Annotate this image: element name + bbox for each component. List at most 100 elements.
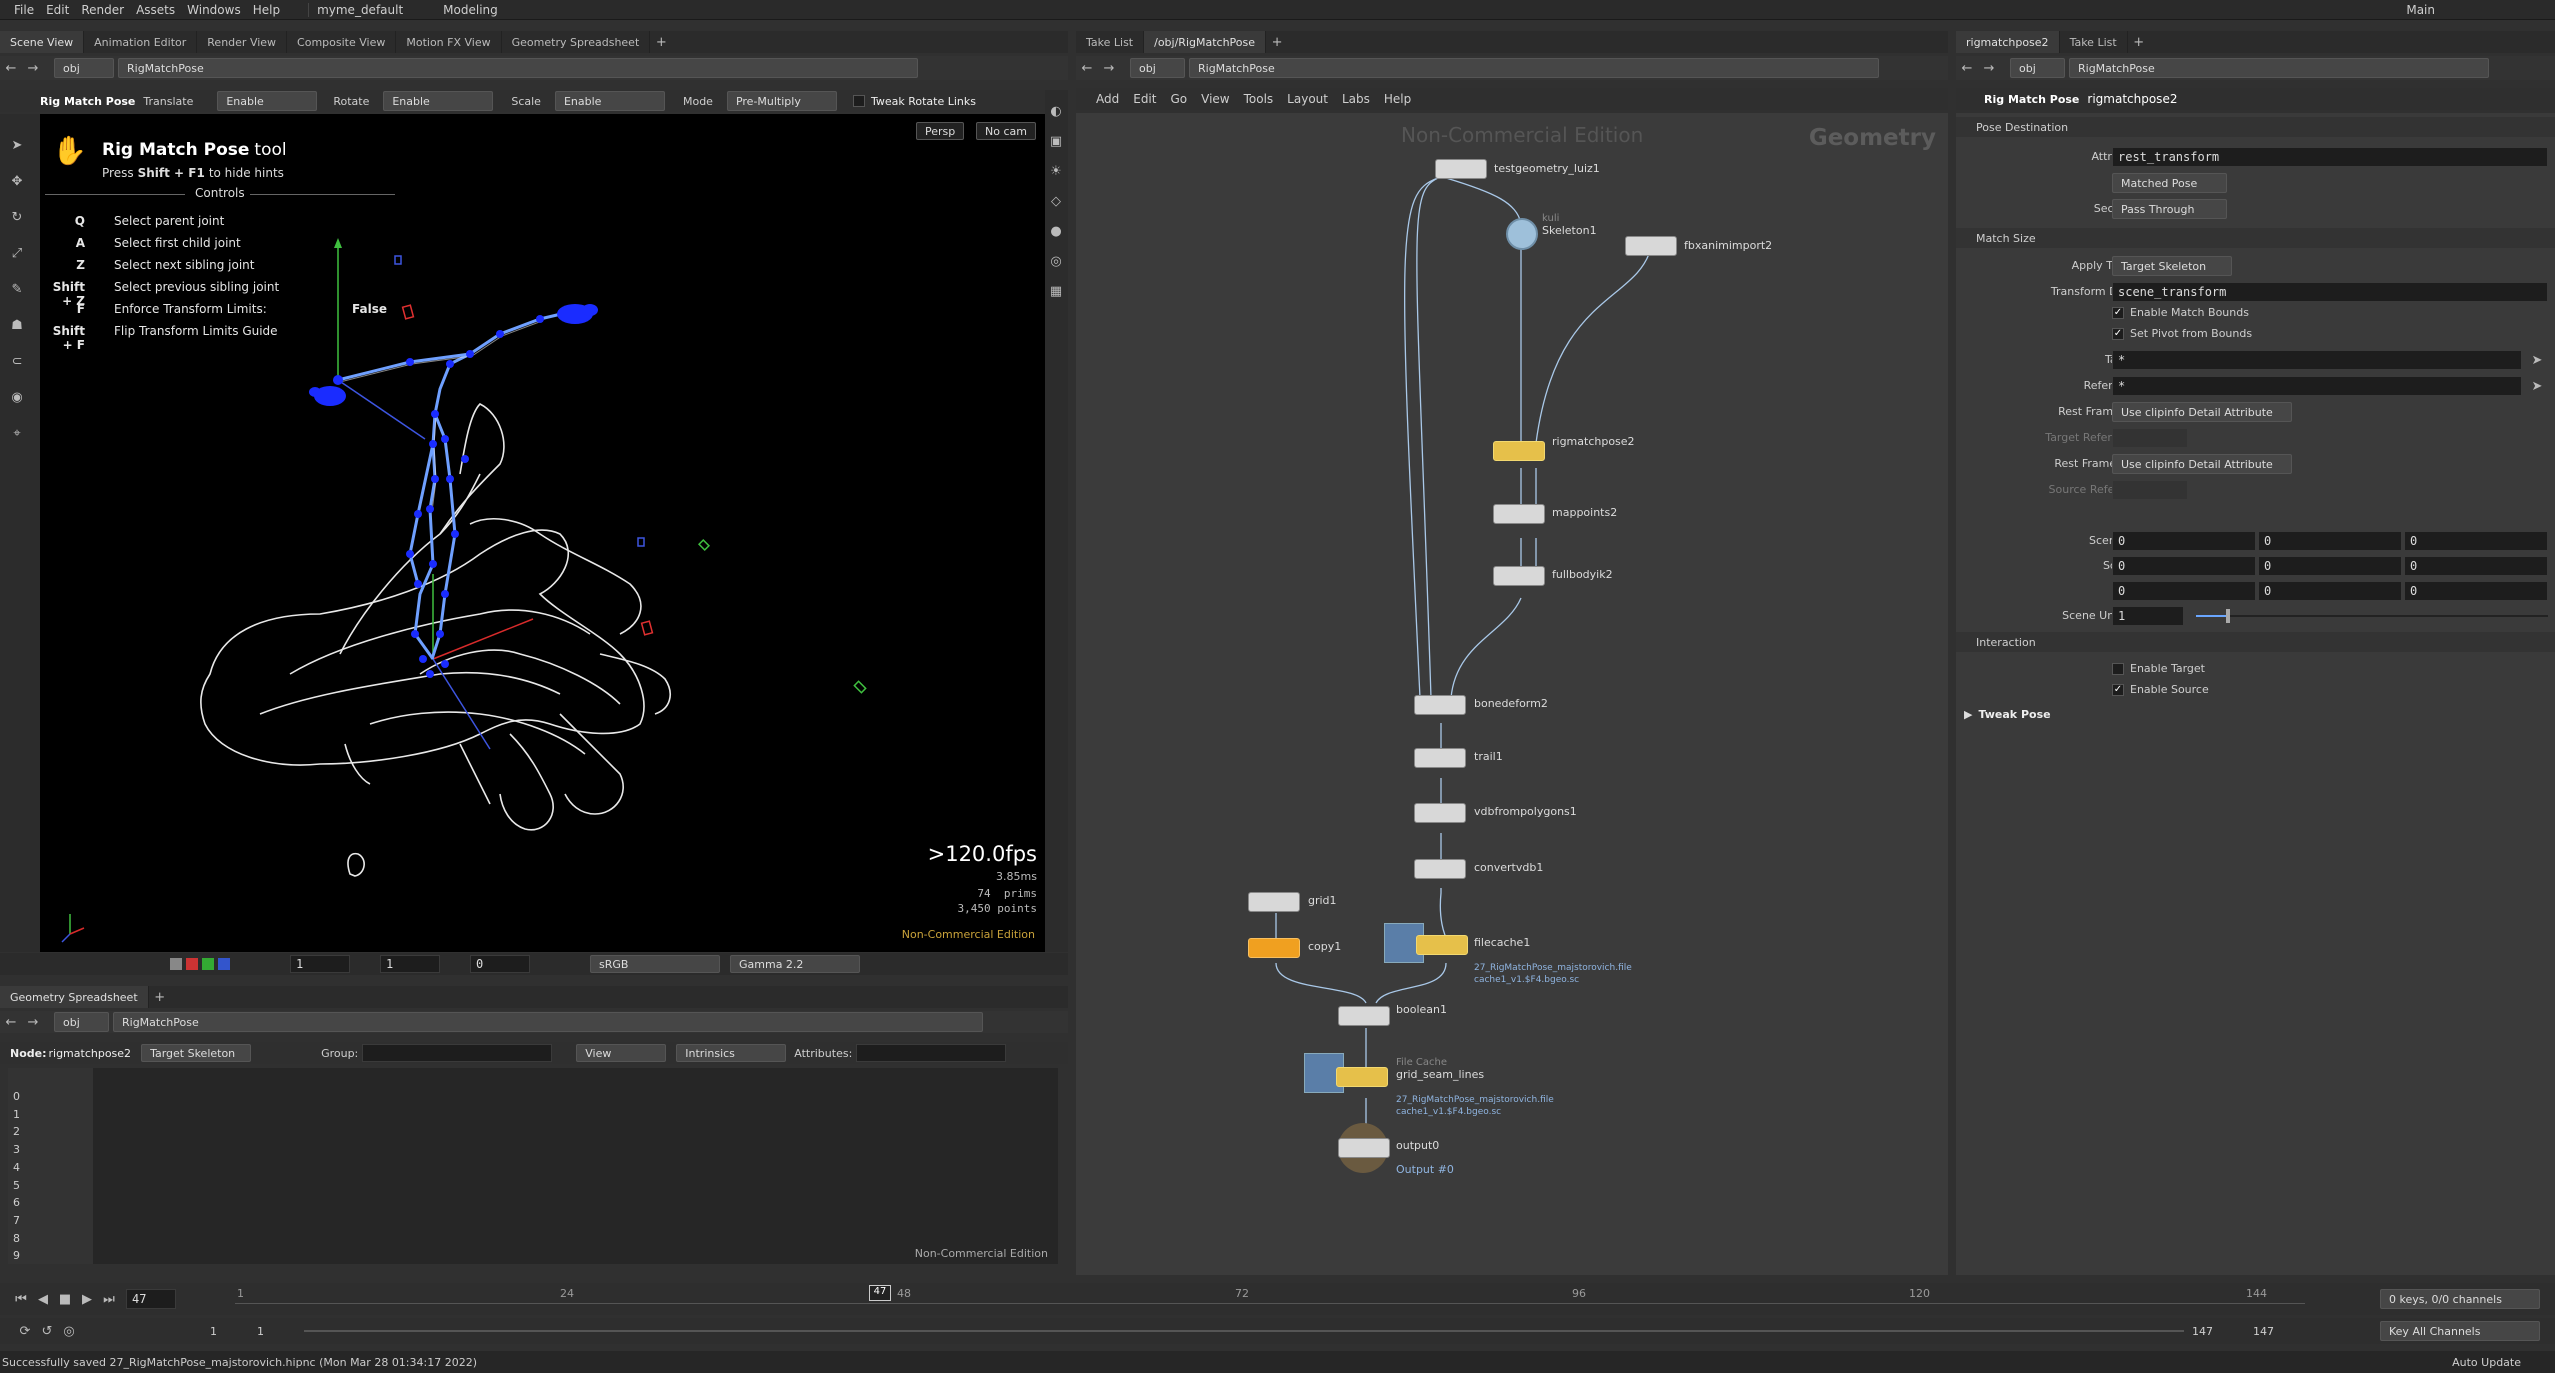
- net-menu-go[interactable]: Go: [1170, 92, 1187, 106]
- audio-icon[interactable]: ◎: [58, 1320, 80, 1342]
- net-menu-layout[interactable]: Layout: [1287, 92, 1328, 106]
- colorspace-select[interactable]: sRGB: [590, 955, 720, 973]
- path-root[interactable]: obj: [1130, 58, 1185, 78]
- exposure-field[interactable]: 1: [290, 955, 350, 973]
- back-icon[interactable]: ←: [0, 1011, 22, 1033]
- range-end[interactable]: 147: [2192, 1325, 2213, 1338]
- node-testgeometry[interactable]: [1435, 159, 1487, 179]
- camera-icon[interactable]: ◎: [1045, 250, 1067, 272]
- network-editor[interactable]: Non-Commercial Edition Geometry testgeom…: [1076, 113, 1948, 1275]
- scene-pivot-y[interactable]: 0: [2258, 581, 2402, 601]
- tab-animation-editor[interactable]: Animation Editor: [84, 31, 198, 53]
- node-boolean[interactable]: [1338, 1006, 1390, 1026]
- rest-target-select[interactable]: Use clipinfo Detail Attribute: [2112, 402, 2292, 422]
- rest-source-select[interactable]: Use clipinfo Detail Attribute: [2112, 454, 2292, 474]
- node-convertvdb[interactable]: [1414, 859, 1466, 879]
- timeline-ruler[interactable]: 1 24 48 72 96 120 144 47: [235, 1285, 2305, 1311]
- tab-geometry-spreadsheet[interactable]: Geometry Spreadsheet: [502, 31, 651, 53]
- net-menu-add[interactable]: Add: [1096, 92, 1119, 106]
- red-channel-icon[interactable]: [186, 958, 198, 970]
- set-pivot-row[interactable]: ✓ Set Pivot from Bounds: [2112, 327, 2252, 340]
- handle-tool-icon[interactable]: ✎: [6, 278, 28, 300]
- scale-tool-icon[interactable]: ⤢: [6, 242, 28, 264]
- node-fbxanimimport[interactable]: [1625, 236, 1677, 256]
- param-node-name[interactable]: rigmatchpose2: [2087, 92, 2177, 106]
- attributes-field[interactable]: [856, 1044, 1007, 1062]
- tab-parameters[interactable]: rigmatchpose2: [1956, 31, 2060, 53]
- add-tab-icon[interactable]: +: [1266, 31, 1288, 53]
- node-grid[interactable]: [1248, 892, 1300, 912]
- enable-source-checkbox[interactable]: ✓: [2112, 683, 2124, 696]
- tab-take-list-right[interactable]: Take List: [2060, 31, 2128, 53]
- rotate-select[interactable]: Enable: [383, 91, 494, 111]
- tab-network[interactable]: /obj/RigMatchPose: [1144, 31, 1267, 53]
- tab-scene-view[interactable]: Scene View: [0, 31, 85, 53]
- node-copy[interactable]: [1248, 938, 1300, 958]
- loop-icon[interactable]: ↺: [36, 1320, 58, 1342]
- section-match-size[interactable]: Match Size: [1956, 228, 2555, 248]
- menu-windows[interactable]: Windows: [187, 3, 241, 17]
- grid-icon[interactable]: ▦: [1045, 280, 1067, 302]
- node-mappoints[interactable]: [1493, 504, 1545, 524]
- tweak-pose-folder[interactable]: ▶ Tweak Pose: [1964, 708, 2051, 721]
- tab-motion-fx[interactable]: Motion FX View: [396, 31, 502, 53]
- enable-bounds-row[interactable]: ✓ Enable Match Bounds: [2112, 306, 2249, 319]
- first-output-select[interactable]: Matched Pose: [2112, 173, 2227, 193]
- tab-take-list[interactable]: Take List: [1076, 31, 1145, 53]
- first-frame-icon[interactable]: ⏮: [10, 1288, 32, 1310]
- add-tab-icon[interactable]: +: [2128, 31, 2150, 53]
- stop-icon[interactable]: ■: [54, 1288, 76, 1310]
- enable-source-row[interactable]: ✓ Enable Source: [2112, 683, 2209, 696]
- path-node[interactable]: RigMatchPose: [2069, 58, 2489, 78]
- scene-rotate-z[interactable]: 0: [2404, 556, 2548, 576]
- net-menu-view[interactable]: View: [1201, 92, 1229, 106]
- scene-pivot-z[interactable]: 0: [2404, 581, 2548, 601]
- path-node[interactable]: RigMatchPose: [113, 1012, 983, 1032]
- playhead[interactable]: 47: [869, 1285, 891, 1301]
- tab-composite-view[interactable]: Composite View: [287, 31, 397, 53]
- green-channel-icon[interactable]: [202, 958, 214, 970]
- mode-select[interactable]: Modeling: [443, 3, 498, 17]
- shade-icon[interactable]: ●: [1045, 220, 1067, 242]
- select-arrow-icon[interactable]: ➤: [2526, 375, 2548, 397]
- forward-icon[interactable]: →: [1978, 57, 2000, 79]
- scale-select[interactable]: Enable: [554, 91, 665, 111]
- menu-help[interactable]: Help: [253, 3, 280, 17]
- net-menu-edit[interactable]: Edit: [1133, 92, 1156, 106]
- auto-update[interactable]: Auto Update: [2452, 1356, 2521, 1369]
- main-select[interactable]: Main: [2406, 3, 2435, 17]
- net-menu-help[interactable]: Help: [1384, 92, 1411, 106]
- add-tab-icon[interactable]: +: [149, 986, 171, 1008]
- node-trail[interactable]: [1414, 748, 1466, 768]
- set-pivot-checkbox[interactable]: ✓: [2112, 327, 2124, 340]
- reference-group-field[interactable]: *: [2112, 376, 2522, 396]
- gamma-field[interactable]: 1: [380, 955, 440, 973]
- magnet-icon[interactable]: ⊂: [6, 350, 28, 372]
- forward-icon[interactable]: →: [22, 57, 44, 79]
- play-icon[interactable]: ▶: [76, 1288, 98, 1310]
- blue-channel-icon[interactable]: [218, 958, 230, 970]
- node-grid-seam[interactable]: [1336, 1067, 1388, 1087]
- second-output-select[interactable]: Pass Through: [2112, 199, 2227, 219]
- node-fullbodyik[interactable]: [1493, 566, 1545, 586]
- node-rigmatchpose[interactable]: [1493, 441, 1545, 461]
- apply-transform-select[interactable]: Target Skeleton: [2112, 256, 2232, 276]
- back-icon[interactable]: ←: [0, 57, 22, 79]
- translate-select[interactable]: Enable: [217, 91, 318, 111]
- back-icon[interactable]: ←: [1076, 57, 1098, 79]
- menu-file[interactable]: File: [14, 3, 34, 17]
- node-output[interactable]: [1338, 1138, 1390, 1158]
- tweak-checkbox[interactable]: [852, 95, 865, 107]
- net-menu-tools[interactable]: Tools: [1244, 92, 1274, 106]
- range-start-2[interactable]: 1: [257, 1325, 264, 1338]
- camera-menu[interactable]: No cam: [976, 122, 1036, 140]
- scene-scale-slider-track[interactable]: [2196, 615, 2548, 617]
- range-slider[interactable]: [304, 1330, 2184, 1332]
- scene-translate-x[interactable]: 0: [2112, 531, 2256, 551]
- color-swatch-icon[interactable]: [170, 958, 182, 970]
- intrinsics-select[interactable]: Intrinsics: [676, 1044, 787, 1062]
- scene-scale-slider-handle[interactable]: [2226, 609, 2230, 623]
- forward-icon[interactable]: →: [22, 1011, 44, 1033]
- light-icon[interactable]: ☀: [1045, 160, 1067, 182]
- snap-icon[interactable]: ⌖: [6, 422, 28, 444]
